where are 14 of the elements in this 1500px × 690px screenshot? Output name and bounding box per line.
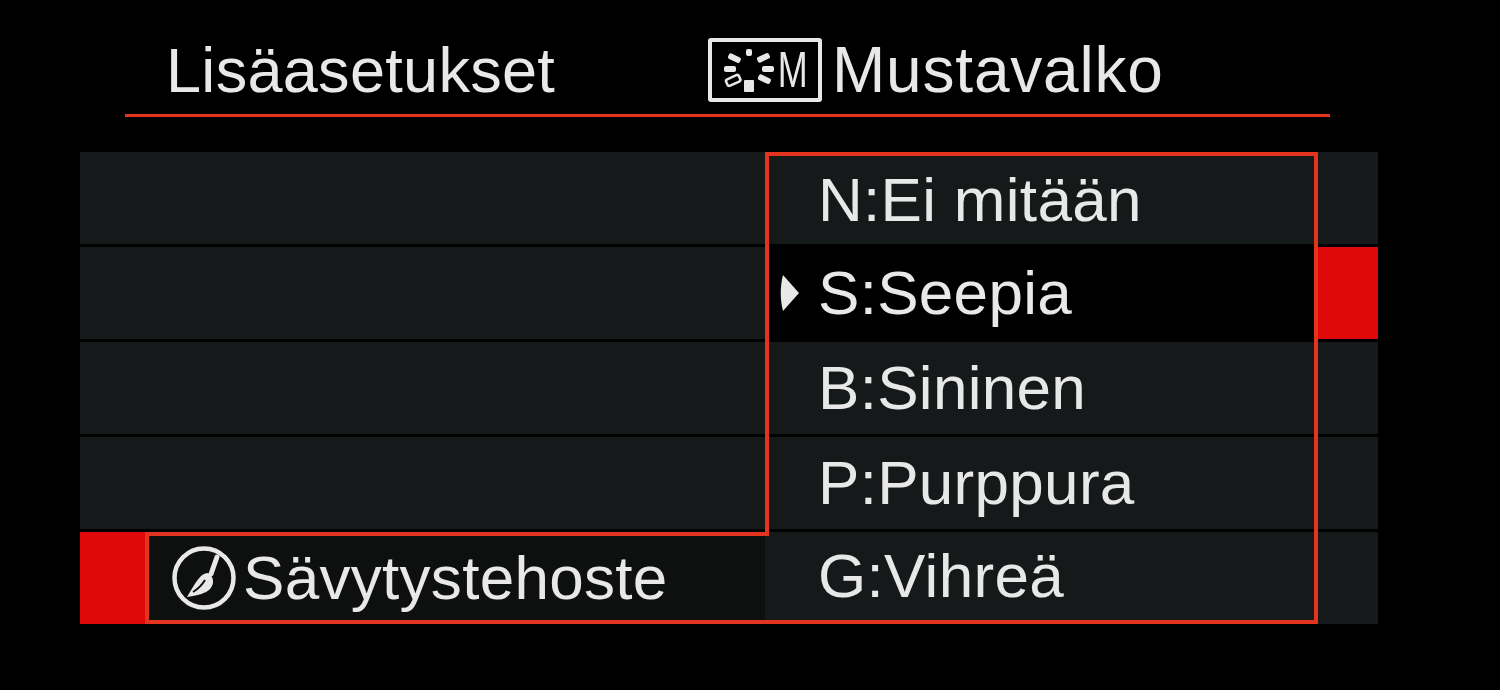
menu-item[interactable] xyxy=(80,152,765,244)
dropdown-option[interactable]: P:Purppura xyxy=(769,437,1314,529)
menu-item[interactable]: Sävytystehoste xyxy=(145,532,765,624)
dropdown-option[interactable]: B:Sininen xyxy=(769,342,1314,434)
menu-item[interactable] xyxy=(80,437,765,529)
menu-title: Lisäasetukset xyxy=(166,38,556,102)
brush-icon xyxy=(171,545,237,611)
sun-burst-icon xyxy=(722,47,777,93)
dropdown-option[interactable]: G:Vihreä xyxy=(765,532,1314,620)
menu-item[interactable] xyxy=(80,342,765,434)
badge-letter: M xyxy=(778,45,808,95)
menu-item[interactable] xyxy=(80,247,765,339)
dropdown-option[interactable]: N:Ei mitään xyxy=(769,156,1314,244)
style-name: Mustavalko xyxy=(832,38,1164,102)
